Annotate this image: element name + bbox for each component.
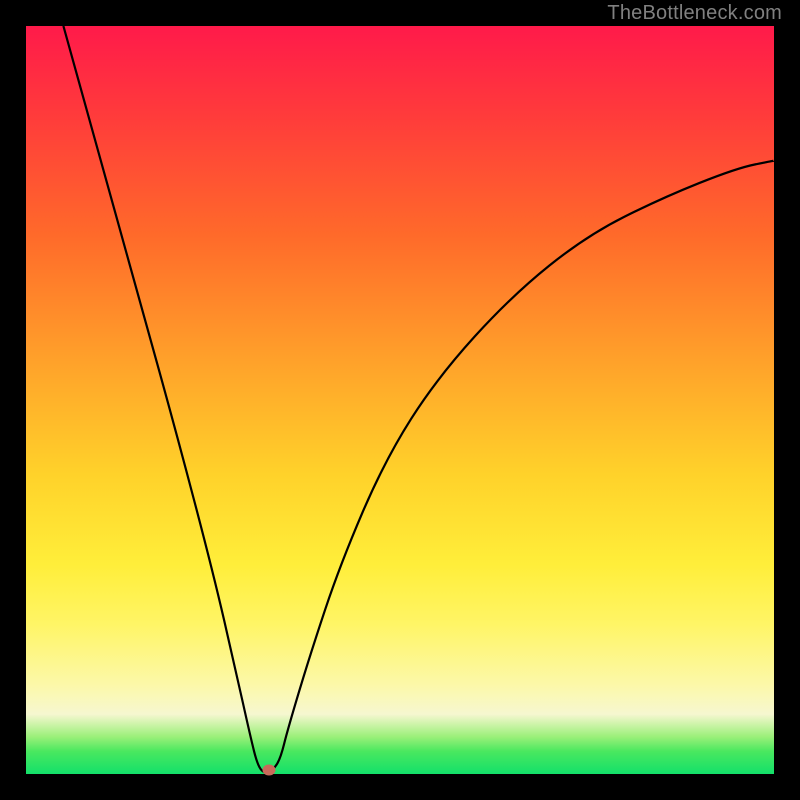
watermark-text: TheBottleneck.com — [607, 2, 782, 25]
chart-frame: TheBottleneck.com — [0, 0, 800, 800]
minimum-marker-icon — [263, 765, 276, 776]
chart-plot-area — [26, 26, 774, 774]
bottleneck-curve — [26, 26, 774, 774]
